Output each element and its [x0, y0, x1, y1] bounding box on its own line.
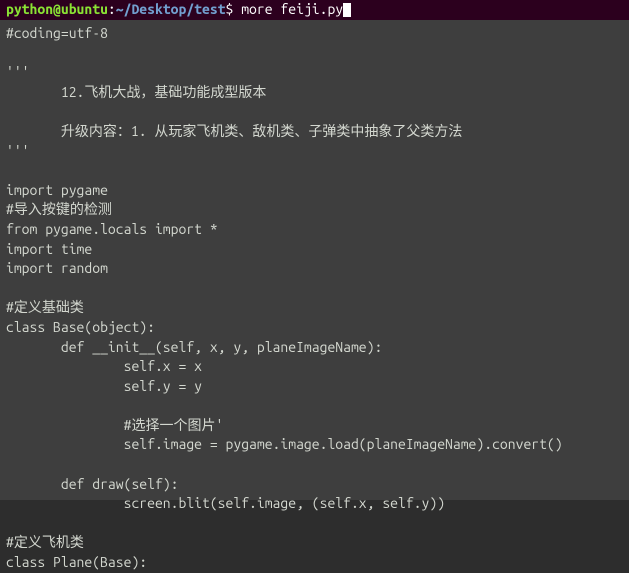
code-line: def draw(self): — [6, 475, 623, 495]
code-line — [6, 396, 623, 416]
cursor — [343, 3, 351, 17]
code-line: 升级内容：1. 从玩家飞机类、敌机类、子弹类中抽象了父类方法 — [6, 122, 623, 142]
code-line: self.y = y — [6, 377, 623, 397]
code-line: #coding=utf-8 — [6, 24, 623, 44]
prompt-command[interactable]: more feiji.py — [233, 0, 343, 20]
code-line: #导入按键的检测 — [6, 200, 623, 220]
prompt-path: ~/Desktop/test — [116, 0, 226, 20]
prompt-sep: : — [108, 0, 116, 20]
code-line: 12.飞机大战，基础功能成型版本 — [6, 83, 623, 103]
file-content[interactable]: #coding=utf-8 ''' 12.飞机大战，基础功能成型版本 升级内容：1… — [0, 20, 629, 500]
code-line: screen.blit(self.image, (self.x, self.y)… — [6, 494, 623, 514]
terminal-window: python@ubuntu:~/Desktop/test$ more feiji… — [0, 0, 629, 500]
code-line: ''' — [6, 63, 623, 83]
code-line — [6, 455, 623, 475]
code-line — [6, 102, 623, 122]
code-line — [6, 161, 623, 181]
code-line: class Plane(Base): — [6, 553, 623, 573]
code-line: def __init__(self, x, y, planeImageName)… — [6, 338, 623, 358]
prompt-line: python@ubuntu:~/Desktop/test$ more feiji… — [0, 0, 629, 20]
code-line: #定义飞机类 — [6, 533, 623, 553]
code-line — [6, 514, 623, 534]
code-line: from pygame.locals import * — [6, 220, 623, 240]
code-line: #定义基础类 — [6, 298, 623, 318]
prompt-dollar: $ — [226, 0, 234, 20]
code-line: import pygame — [6, 181, 623, 201]
code-line — [6, 44, 623, 64]
code-line: import random — [6, 259, 623, 279]
code-line: import time — [6, 240, 623, 260]
code-line: self.image = pygame.image.load(planeImag… — [6, 435, 623, 455]
code-line: class Base(object): — [6, 318, 623, 338]
code-line: ''' — [6, 142, 623, 162]
code-line: #选择一个图片' — [6, 416, 623, 436]
code-line: self.x = x — [6, 357, 623, 377]
code-line — [6, 279, 623, 299]
prompt-user: python@ubuntu — [6, 0, 108, 20]
